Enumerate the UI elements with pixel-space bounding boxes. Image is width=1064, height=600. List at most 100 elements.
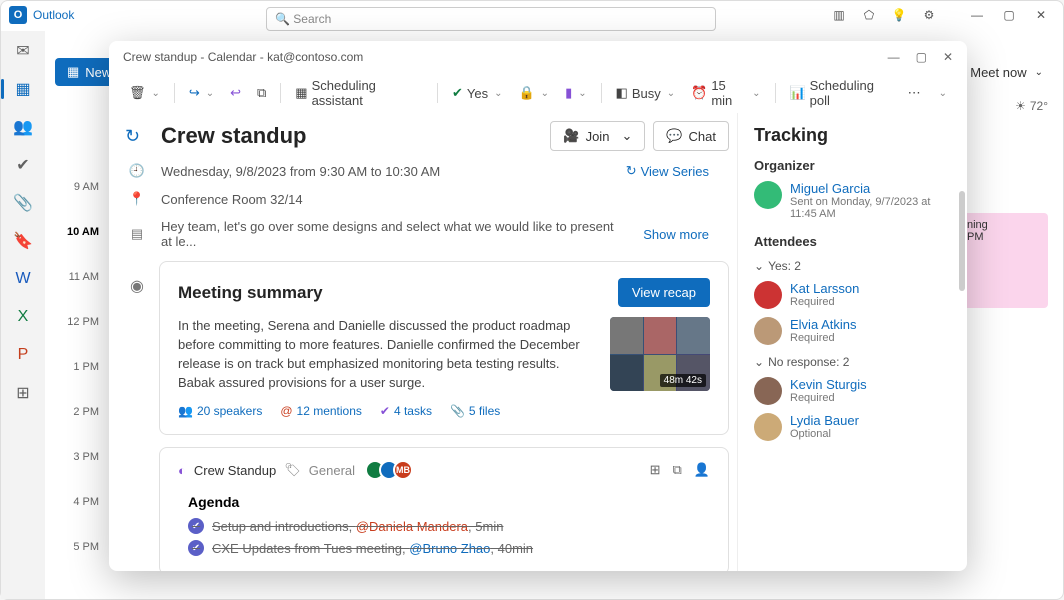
event-location: Conference Room 32/14	[161, 192, 303, 207]
loop-tag: General	[309, 463, 355, 478]
rail-word-icon[interactable]: W	[13, 269, 33, 289]
chat-button[interactable]: 💬Chat	[653, 121, 729, 151]
close-icon[interactable]: ✕	[1027, 1, 1055, 29]
chevron-down-icon[interactable]: ⌄	[1035, 67, 1043, 78]
rail-people-icon[interactable]: 👥	[13, 117, 33, 137]
chevron-down-icon: ⌄	[754, 259, 764, 273]
time-slot: 11 AM	[55, 271, 105, 316]
forward-button[interactable]: ↪⌄	[183, 81, 220, 105]
calendar-event-block[interactable]: ning PM	[958, 213, 1048, 308]
attendee-person[interactable]: Kat LarssonRequired	[754, 281, 951, 309]
dialog-title: Crew standup - Calendar - kat@contoso.co…	[123, 50, 363, 64]
view-recap-button[interactable]: View recap	[618, 278, 710, 307]
refresh-icon: ↻	[626, 163, 637, 179]
event-preview: Hey team, let's go over some designs and…	[161, 219, 621, 249]
time-slot: 12 PM	[55, 316, 105, 361]
tips-icon[interactable]: 💡	[885, 1, 913, 29]
at-icon: @	[280, 404, 292, 418]
copy-icon[interactable]: ⧉	[673, 462, 682, 478]
video-duration: 48m 42s	[660, 374, 706, 387]
time-slot: 1 PM	[55, 361, 105, 406]
time-slot: 4 PM	[55, 496, 105, 541]
check-icon[interactable]: ✔	[188, 540, 204, 556]
lock-button[interactable]: 🔒⌄	[512, 81, 555, 105]
chat-icon: 💬	[666, 128, 682, 144]
meet-now-button[interactable]: Meet now	[970, 65, 1026, 80]
camera-icon: 🎥	[563, 128, 579, 144]
rail-todo-icon[interactable]: ✔	[13, 155, 33, 175]
titlebar: O Outlook 🔍 Search ▥ ⬠ 💡 ⚙ — ▢ ✕	[1, 1, 1063, 29]
scheduling-assistant-button[interactable]: ▦ Scheduling assistant	[289, 74, 429, 112]
summary-heading: Meeting summary	[178, 283, 323, 303]
rail-calendar-icon[interactable]: ▦	[13, 79, 33, 99]
reminder-button[interactable]: ⏰ 15 min⌄	[685, 74, 766, 112]
stat-mentions[interactable]: @12 mentions	[280, 404, 362, 418]
notes-icon[interactable]: ▥	[825, 1, 853, 29]
rail-mail-icon[interactable]: ✉	[13, 41, 33, 61]
dialog-minimize-icon[interactable]: —	[888, 50, 900, 64]
dialog-toolbar: 🗑⌄ ↪⌄ ↩ ⧉ ▦ Scheduling assistant ✔ Yes⌄ …	[109, 73, 967, 113]
agenda-item[interactable]: ✔ CXE Updates from Tues meeting, @Bruno …	[188, 540, 710, 556]
maximize-icon[interactable]: ▢	[995, 1, 1023, 29]
notes-icon: ▤	[125, 226, 149, 242]
summary-text: In the meeting, Serena and Danielle disc…	[178, 317, 596, 392]
stat-speakers[interactable]: 👥20 speakers	[178, 404, 262, 418]
loop-component-card: ◐ Crew Standup 🏷 General MB ⊞ ⧉ 👤	[159, 447, 729, 571]
organizer-person[interactable]: Miguel Garcia Sent on Monday, 9/7/2023 a…	[754, 181, 951, 220]
task-icon: ✔	[380, 404, 390, 418]
noresponse-group[interactable]: ⌄No response: 2	[754, 355, 951, 369]
share-icon[interactable]: 👤	[694, 462, 710, 478]
avatar	[754, 377, 782, 405]
copy-button[interactable]: ⧉	[251, 81, 272, 105]
join-button[interactable]: 🎥Join⌄	[550, 121, 645, 151]
search-placeholder: Search	[293, 12, 331, 26]
dialog-close-icon[interactable]: ✕	[943, 50, 953, 64]
outlook-logo-icon: O	[9, 6, 27, 24]
attendee-person[interactable]: Elvia AtkinsRequired	[754, 317, 951, 345]
more-button[interactable]: ⋯	[902, 81, 927, 105]
avatar: MB	[393, 460, 413, 480]
organizer-label: Organizer	[754, 158, 951, 173]
agenda-heading: Agenda	[188, 494, 710, 510]
chevron-down-icon: ⌄	[754, 355, 764, 369]
tag-icon: 🏷	[284, 462, 301, 478]
category-button[interactable]: ▮⌄	[559, 81, 593, 105]
view-series-link[interactable]: ↻View Series	[626, 163, 709, 179]
clock-icon: 🕘	[125, 163, 149, 179]
time-slot: 3 PM	[55, 451, 105, 496]
record-icon: ◉	[130, 276, 144, 296]
sent-time: Sent on Monday, 9/7/2023 at 11:45 AM	[790, 196, 951, 220]
reply-button[interactable]: ↩	[224, 81, 247, 105]
dialog-maximize-icon[interactable]: ▢	[916, 50, 927, 64]
delete-button[interactable]: 🗑⌄	[123, 81, 166, 105]
event-title: Crew standup	[161, 123, 538, 149]
rail-apps-icon[interactable]: ⊞	[13, 383, 33, 403]
agenda-item[interactable]: ✔ Setup and introductions, @Daniela Mand…	[188, 518, 710, 534]
avatar	[754, 317, 782, 345]
expand-button[interactable]: ⌄	[931, 84, 953, 103]
tracking-panel: Tracking Organizer Miguel Garcia Sent on…	[737, 113, 967, 571]
notify-icon[interactable]: ⬠	[855, 1, 883, 29]
stat-tasks[interactable]: ✔4 tasks	[380, 404, 432, 418]
event-dialog: Crew standup - Calendar - kat@contoso.co…	[109, 41, 967, 571]
check-icon[interactable]: ✔	[188, 518, 204, 534]
rail-excel-icon[interactable]: X	[13, 307, 33, 327]
time-slot: 5 PM	[55, 541, 105, 586]
attendee-person[interactable]: Lydia BauerOptional	[754, 413, 951, 441]
search-input[interactable]: 🔍 Search	[266, 7, 716, 31]
rail-powerpoint-icon[interactable]: P	[13, 345, 33, 365]
stat-files[interactable]: 📎5 files	[450, 404, 500, 418]
settings-icon[interactable]: ⚙	[915, 1, 943, 29]
attendee-person[interactable]: Kevin SturgisRequired	[754, 377, 951, 405]
grid-icon[interactable]: ⊞	[650, 462, 661, 478]
dialog-main: ↻ Crew standup 🎥Join⌄ 💬Chat 🕘 Wednesday,…	[109, 113, 737, 571]
rail-files-icon[interactable]: 📎	[13, 193, 33, 213]
minimize-icon[interactable]: —	[963, 1, 991, 29]
response-yes-button[interactable]: ✔ Yes⌄	[446, 81, 509, 105]
status-busy-button[interactable]: ◧ Busy⌄	[610, 81, 682, 105]
rail-bookmark-icon[interactable]: 🔖	[13, 231, 33, 251]
yes-group[interactable]: ⌄Yes: 2	[754, 259, 951, 273]
recording-thumbnail[interactable]: 48m 42s	[610, 317, 710, 391]
scheduling-poll-button[interactable]: 📊 Scheduling poll	[783, 74, 897, 112]
show-more-link[interactable]: Show more	[643, 227, 709, 242]
